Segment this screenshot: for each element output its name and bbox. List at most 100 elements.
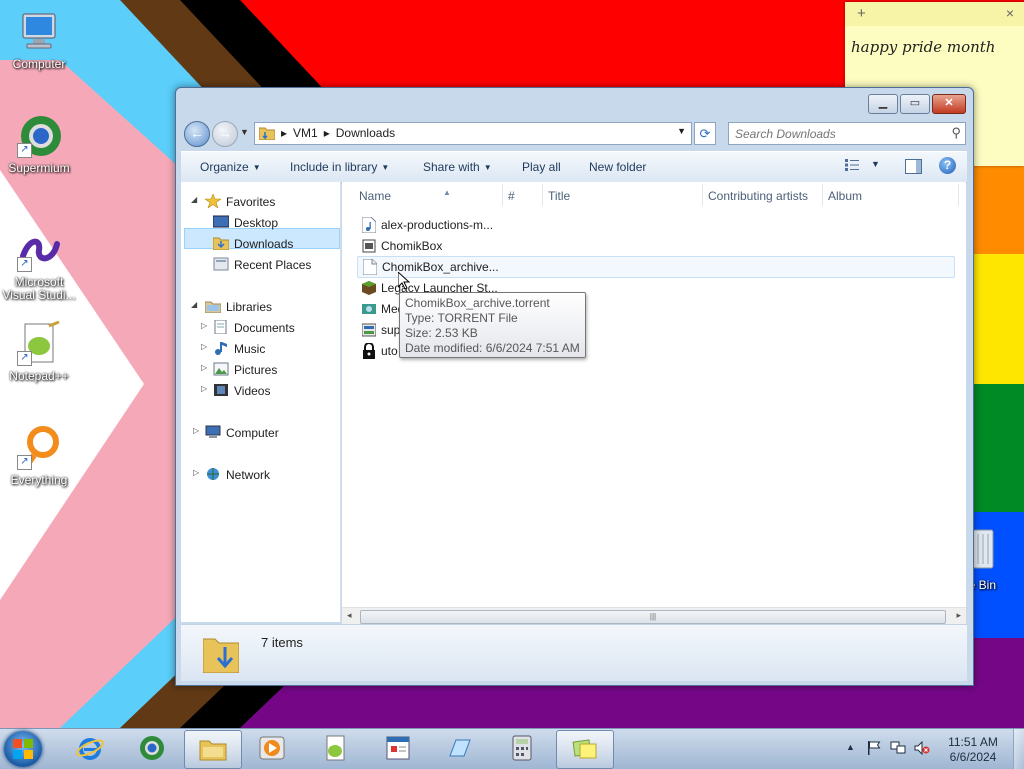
- scroll-left-icon[interactable]: ◂: [347, 610, 352, 621]
- breadcrumb-separator[interactable]: ▸: [281, 126, 287, 140]
- expand-arrow-icon[interactable]: ▷: [201, 363, 207, 372]
- search-box[interactable]: ⚲: [728, 122, 966, 145]
- nav-item-network[interactable]: ▷ Network: [193, 467, 270, 482]
- action-center-flag-icon[interactable]: [866, 741, 882, 755]
- maximize-button[interactable]: ▭: [900, 94, 930, 114]
- minimize-button[interactable]: ▁: [868, 94, 898, 114]
- column-header-album[interactable]: Album: [828, 189, 862, 203]
- expand-arrow-icon[interactable]: ▷: [193, 468, 199, 477]
- window-titlebar[interactable]: [176, 88, 973, 118]
- share-with-button[interactable]: Share with ▼: [423, 160, 492, 174]
- start-button[interactable]: [4, 731, 42, 767]
- column-header-title[interactable]: Title: [548, 189, 570, 203]
- volume-muted-icon[interactable]: [914, 741, 930, 755]
- details-pane: 7 items: [181, 624, 967, 681]
- expand-arrow-icon[interactable]: ▷: [201, 384, 207, 393]
- organize-button[interactable]: Organize ▼: [200, 160, 261, 174]
- breadcrumb-downloads[interactable]: Downloads: [336, 126, 395, 140]
- close-button[interactable]: ✕: [932, 94, 966, 114]
- file-row[interactable]: ChomikBox: [358, 236, 954, 256]
- breadcrumb-separator[interactable]: ▸: [324, 126, 330, 140]
- taskbar-snipping-tool[interactable]: [432, 730, 488, 767]
- column-header-name[interactable]: ▲ Name: [359, 188, 451, 203]
- taskbar-calculator[interactable]: [494, 730, 550, 767]
- music-file-icon: [362, 217, 376, 233]
- forward-button[interactable]: →: [212, 121, 238, 147]
- nav-item-music[interactable]: ▷ Music: [201, 341, 265, 356]
- column-divider[interactable]: [502, 184, 503, 206]
- file-info-tooltip: ChomikBox_archive.torrent Type: TORRENT …: [399, 292, 586, 358]
- nav-item-computer[interactable]: ▷ Computer: [193, 425, 279, 440]
- expand-arrow-icon[interactable]: ◢: [191, 195, 197, 204]
- network-status-icon[interactable]: [890, 741, 906, 755]
- breadcrumb-vm1[interactable]: VM1: [293, 126, 318, 140]
- explorer-window: ▁ ▭ ✕ ← → ▼ ▸ VM1 ▸ Downloads ▼ ⟳ ⚲ Organiz…: [175, 87, 974, 686]
- search-icon[interactable]: ⚲: [951, 125, 961, 141]
- view-options-dropdown[interactable]: ▼: [871, 159, 880, 169]
- column-divider[interactable]: [702, 184, 703, 206]
- file-row[interactable]: alex-productions-m...: [358, 215, 954, 235]
- file-row-hovered[interactable]: ChomikBox_archive...: [357, 256, 955, 278]
- nav-item-favorites[interactable]: ◢ Favorites: [191, 194, 275, 209]
- include-in-library-button[interactable]: Include in library ▼: [290, 160, 389, 174]
- sticky-note-titlebar[interactable]: + ×: [845, 2, 1024, 26]
- delete-note-button[interactable]: ×: [1006, 5, 1014, 21]
- search-input[interactable]: [733, 125, 942, 143]
- nav-item-libraries[interactable]: ◢ Libraries: [191, 299, 272, 314]
- desktop-icon-supermium[interactable]: ↗ Supermium: [1, 112, 77, 175]
- help-icon[interactable]: ?: [939, 157, 956, 174]
- command-bar: Organize ▼ Include in library ▼ Share with…: [181, 151, 967, 183]
- nav-item-recent-places[interactable]: Recent Places: [213, 257, 311, 272]
- column-divider[interactable]: [958, 184, 959, 206]
- horizontal-scrollbar[interactable]: ◂ ||| ▸: [342, 607, 966, 625]
- show-desktop-button[interactable]: [1013, 729, 1024, 769]
- taskbar-notepad-plus-plus[interactable]: [308, 730, 364, 767]
- desktop-icon-everything[interactable]: ↗ Everything: [1, 424, 77, 487]
- desktop-icon-computer[interactable]: Computer: [1, 8, 77, 71]
- nav-item-documents[interactable]: ▷ Documents: [201, 320, 295, 335]
- show-hidden-icons-button[interactable]: ▲: [846, 742, 855, 752]
- sticky-note-text[interactable]: happy pride month: [845, 26, 1024, 56]
- scrollbar-thumb[interactable]: |||: [360, 610, 946, 624]
- file-name: sup: [381, 323, 401, 337]
- minecraft-block-icon: [362, 281, 376, 295]
- desktop-icon-notepad-plus-plus[interactable]: ↗ Notepad++: [1, 320, 77, 383]
- back-button[interactable]: ←: [184, 121, 210, 147]
- address-bar[interactable]: ▸ VM1 ▸ Downloads ▼: [254, 122, 692, 145]
- expand-arrow-icon[interactable]: ▷: [193, 426, 199, 435]
- play-all-button[interactable]: Play all: [522, 160, 561, 174]
- taskbar-supermium[interactable]: [124, 730, 180, 767]
- taskbar-media-player[interactable]: [244, 730, 300, 767]
- column-header-number[interactable]: #: [508, 189, 515, 203]
- column-divider[interactable]: [822, 184, 823, 206]
- scroll-right-icon[interactable]: ▸: [956, 610, 961, 621]
- expand-arrow-icon[interactable]: ◢: [191, 300, 197, 309]
- item-count: 7 items: [261, 635, 303, 650]
- desktop-icon-label: Microsoft Visual Studi...: [2, 275, 76, 302]
- taskbar-sticky-notes[interactable]: [556, 730, 614, 769]
- nav-item-pictures[interactable]: ▷ Pictures: [201, 362, 277, 377]
- taskbar-internet-explorer[interactable]: [62, 730, 118, 767]
- recent-pages-dropdown[interactable]: ▼: [240, 127, 249, 137]
- expand-arrow-icon[interactable]: ▷: [201, 321, 207, 330]
- file-list-pane[interactable]: ▲ Name # Title Contributing artists Album…: [342, 182, 966, 607]
- system-clock[interactable]: 11:51 AM 6/6/2024: [942, 735, 1004, 765]
- back-arrow-icon: ←: [190, 125, 204, 141]
- refresh-icon: ⟳: [699, 126, 711, 141]
- column-header-contributing-artists[interactable]: Contributing artists: [708, 189, 808, 203]
- change-view-icon[interactable]: [845, 159, 859, 171]
- new-folder-button[interactable]: New folder: [589, 160, 646, 174]
- tooltip-file-size: Size: 2.53 KB: [405, 326, 478, 340]
- desktop-icon-visual-studio[interactable]: ↗ Microsoft Visual Studi...: [1, 226, 77, 302]
- column-divider[interactable]: [542, 184, 543, 206]
- address-dropdown-icon[interactable]: ▼: [677, 126, 686, 136]
- add-note-button[interactable]: +: [857, 5, 866, 22]
- nav-item-videos[interactable]: ▷ Videos: [201, 383, 270, 398]
- expand-arrow-icon[interactable]: ▷: [201, 342, 207, 351]
- taskbar-wordpad[interactable]: [370, 730, 426, 767]
- nav-item-desktop[interactable]: Desktop: [213, 215, 278, 230]
- preview-pane-icon[interactable]: [905, 159, 922, 174]
- nav-item-downloads[interactable]: Downloads: [213, 236, 293, 251]
- taskbar-file-explorer[interactable]: [184, 730, 242, 769]
- refresh-button[interactable]: ⟳: [694, 122, 716, 145]
